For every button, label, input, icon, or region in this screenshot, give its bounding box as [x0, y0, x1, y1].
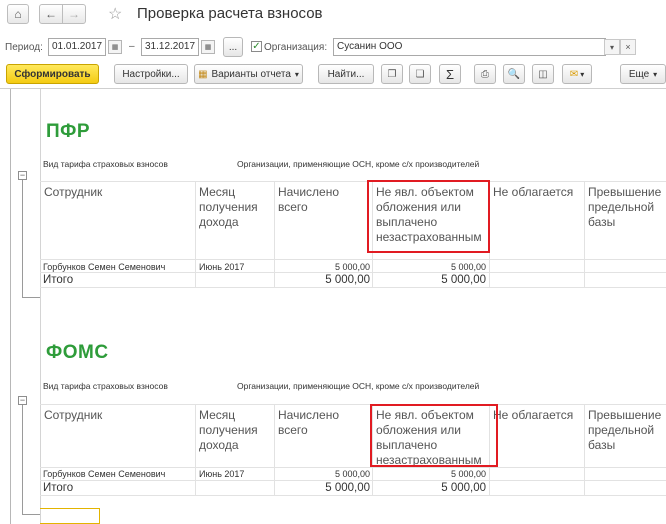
close-icon[interactable]: × — [620, 39, 636, 55]
organization-checkbox[interactable]: ✓ — [251, 41, 262, 52]
page-title: Проверка расчета взносов — [137, 5, 323, 22]
column-header-not-taxed: Не облагается — [493, 408, 574, 422]
section-title: ПФР — [46, 121, 91, 142]
send-mail-button[interactable]: ✉ ▾ — [562, 64, 592, 84]
table-cell-non-object: 5 000,00 — [450, 469, 486, 479]
total-non-object: 5 000,00 — [441, 482, 486, 494]
settings-button[interactable]: Настройки... — [114, 64, 188, 84]
column-header-accrued: Начислено всего — [278, 185, 340, 214]
total-non-object: 5 000,00 — [441, 274, 486, 286]
selected-cell[interactable] — [40, 508, 100, 524]
date-from-field[interactable]: 01.01.2017 — [48, 38, 106, 56]
total-accrued: 5 000,00 — [325, 482, 370, 494]
highlight-box — [367, 180, 490, 253]
organization-field[interactable]: Сусанин ООО — [333, 38, 606, 56]
check-icon: ✓ — [252, 40, 261, 52]
tariff-value: Организации, применяющие ОСН, кроме с/х … — [237, 159, 480, 169]
copy-icon: ❐ — [387, 68, 397, 80]
home-icon: ⌂ — [14, 7, 22, 21]
arrow-right-icon: → — [68, 7, 80, 21]
table-cell-month: Июнь 2017 — [199, 262, 245, 272]
tariff-label: Вид тарифа страховых взносов — [43, 381, 168, 391]
copy-button[interactable]: ❐ — [381, 64, 403, 84]
table-cell-non-object: 5 000,00 — [450, 262, 486, 272]
table-cell-employee: Горбунков Семен Семенович — [43, 469, 166, 479]
total-label: Итого — [43, 274, 74, 286]
total-accrued: 5 000,00 — [325, 274, 370, 286]
more-button[interactable]: Еще ▾ — [620, 64, 666, 84]
collapse-group-toggle[interactable]: − — [18, 396, 27, 405]
forward-button[interactable]: → — [62, 4, 86, 24]
column-header-excess-base: Превышение предельной базы — [588, 185, 662, 229]
period-dash: – — [129, 41, 135, 52]
floppy-icon: ◫ — [538, 68, 548, 80]
preview-button[interactable]: 🔍 — [503, 64, 525, 84]
period-select-button[interactable]: ... — [223, 37, 243, 57]
generate-button[interactable]: Сформировать — [6, 64, 99, 84]
section-title: ФОМС — [46, 342, 109, 363]
organization-label: Организация: — [264, 42, 328, 53]
date-to-field[interactable]: 31.12.2017 — [141, 38, 199, 56]
column-header-not-taxed: Не облагается — [493, 185, 574, 199]
table-cell-month: Июнь 2017 — [199, 469, 245, 479]
copy-structure-button[interactable]: ❏ — [409, 64, 431, 84]
calendar-icon[interactable]: ▦ — [108, 40, 122, 54]
save-button[interactable]: ◫ — [532, 64, 554, 84]
tariff-value: Организации, применяющие ОСН, кроме с/х … — [237, 381, 480, 391]
variants-icon: ▦ — [198, 68, 208, 80]
column-header-employee: Сотрудник — [44, 185, 103, 199]
column-header-excess-base: Превышение предельной базы — [588, 408, 662, 452]
copy-icon: ❏ — [415, 68, 425, 80]
total-label: Итого — [43, 482, 74, 494]
envelope-icon: ✉ — [569, 68, 579, 80]
star-icon[interactable]: ☆ — [108, 4, 122, 24]
home-button[interactable]: ⌂ — [7, 4, 29, 24]
chevron-down-icon: ▾ — [294, 69, 299, 79]
column-header-month: Месяц получения дохода — [199, 185, 258, 229]
print-button[interactable]: ⎙ — [474, 64, 496, 84]
chevron-down-icon[interactable]: ▾ — [604, 39, 620, 55]
column-header-employee: Сотрудник — [44, 408, 103, 422]
sum-button[interactable]: Σ — [439, 64, 461, 84]
column-header-month: Месяц получения дохода — [199, 408, 258, 452]
highlight-box — [370, 404, 498, 467]
arrow-left-icon: ← — [45, 7, 57, 21]
calendar-icon[interactable]: ▦ — [201, 40, 215, 54]
chevron-down-icon: ▾ — [580, 69, 585, 79]
table-cell-accrued: 5 000,00 — [334, 469, 370, 479]
period-label: Период: — [5, 42, 43, 53]
table-cell-accrued: 5 000,00 — [334, 262, 370, 272]
find-button[interactable]: Найти... — [318, 64, 374, 84]
printer-icon: ⎙ — [481, 68, 489, 80]
report-variants-button[interactable]: ▦ Варианты отчета ▾ — [194, 64, 303, 84]
chevron-down-icon: ▾ — [653, 69, 658, 79]
tariff-label: Вид тарифа страховых взносов — [43, 159, 168, 169]
column-header-accrued: Начислено всего — [278, 408, 340, 437]
preview-icon: 🔍 — [507, 68, 521, 80]
table-cell-employee: Горбунков Семен Семенович — [43, 262, 166, 272]
back-button[interactable]: ← — [39, 4, 63, 24]
collapse-group-toggle[interactable]: − — [18, 171, 27, 180]
